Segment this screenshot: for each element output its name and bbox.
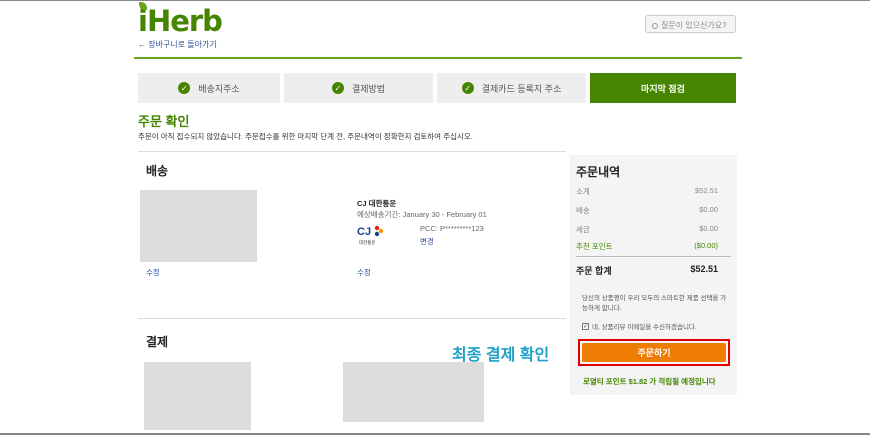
cj-logo-subtext: 대한통운 xyxy=(359,239,376,246)
step-label: 배송지주소 xyxy=(198,83,240,94)
order-notice: 주문이 아직 접수되지 않았습니다. 주문접수를 위한 마지막 단계 전, 주문… xyxy=(138,132,473,141)
delivery-estimate: 예상배송기간: January 30 - February 01 xyxy=(357,210,487,219)
frame-top-border xyxy=(0,0,870,1)
iherb-logo[interactable]: iHerb xyxy=(138,2,223,38)
consent-checkbox[interactable]: ✓ xyxy=(582,322,589,330)
final-payment-annotation: 최종 결제 확인 xyxy=(452,347,550,364)
cj-logo-letters: CJ xyxy=(357,226,371,238)
shipping-cost-value: $0.00 xyxy=(699,205,718,214)
summary-divider xyxy=(576,256,731,257)
edit-address-link[interactable]: 수정 xyxy=(146,267,160,278)
review-notice: 당신의 상품평이 우리 모두의 스마트한 제품 선택을 가능하게 합니다. xyxy=(582,295,727,312)
order-total-value: $52.51 xyxy=(690,264,718,274)
tax-value: $0.00 xyxy=(699,224,718,233)
loyalty-points-notice: 로열티 포인트 $1.82 가 적립될 예정입니다 xyxy=(583,377,716,386)
shipping-cost-label: 배송 xyxy=(576,206,590,215)
help-placeholder: 질문이 있으신가요? xyxy=(661,21,727,30)
summary-title: 주문내역 xyxy=(576,165,621,179)
place-order-button[interactable]: 주문하기 xyxy=(582,343,726,362)
step-label: 결제카드 등록지 주소 xyxy=(481,83,562,94)
shipping-top-divider xyxy=(138,151,566,152)
pcc-number: PCC: P*********123 xyxy=(420,224,484,233)
referral-points-label: 추천 포인트 xyxy=(576,242,613,251)
change-pcc-link[interactable]: 변경 xyxy=(420,236,434,247)
tax-label: 세금 xyxy=(576,225,590,234)
subtotal-label: 소계 xyxy=(576,187,590,196)
shipping-address-block xyxy=(140,190,257,262)
carrier-name: CJ 대한통운 xyxy=(357,199,397,208)
check-circle-icon: ✓ xyxy=(461,82,474,94)
step-final-review[interactable]: 마지막 점검 xyxy=(590,73,736,103)
review-email-consent[interactable]: ✓ 네, 상품리뷰 이메일을 수신하겠습니다. xyxy=(582,321,697,331)
check-circle-icon: ✓ xyxy=(331,82,344,94)
help-search-box[interactable]: 질문이 있으신가요? xyxy=(645,15,736,33)
cj-logistics-logo: CJ 대한통운 xyxy=(357,222,387,248)
order-total-label: 주문 합계 xyxy=(576,266,612,276)
payment-top-divider xyxy=(138,318,566,319)
step-billing-address[interactable]: ✓ 결제카드 등록지 주소 xyxy=(437,73,586,103)
payment-card-block xyxy=(144,362,251,430)
step-label: 마지막 점검 xyxy=(641,83,685,94)
edit-carrier-link[interactable]: 수정 xyxy=(357,267,371,278)
step-payment-method[interactable]: ✓ 결제방법 xyxy=(284,73,433,103)
referral-points-value: ($0.00) xyxy=(694,241,718,250)
consent-label: 네, 상품리뷰 이메일을 수신하겠습니다. xyxy=(592,324,697,331)
logo-text: iHerb xyxy=(138,4,223,38)
shipping-heading: 배송 xyxy=(146,164,169,178)
payment-billing-block xyxy=(343,362,484,422)
search-icon xyxy=(652,23,658,29)
step-shipping-address[interactable]: ✓ 배송지주소 xyxy=(138,73,280,103)
page-title: 주문 확인 xyxy=(138,114,190,129)
back-to-cart-link[interactable]: ← 장바구니로 돌아가기 xyxy=(138,39,217,50)
step-label: 결제방법 xyxy=(351,83,386,94)
subtotal-value: $52.51 xyxy=(695,186,718,195)
header-divider xyxy=(134,57,742,59)
payment-heading: 결제 xyxy=(146,335,169,349)
check-circle-icon: ✓ xyxy=(178,82,191,94)
